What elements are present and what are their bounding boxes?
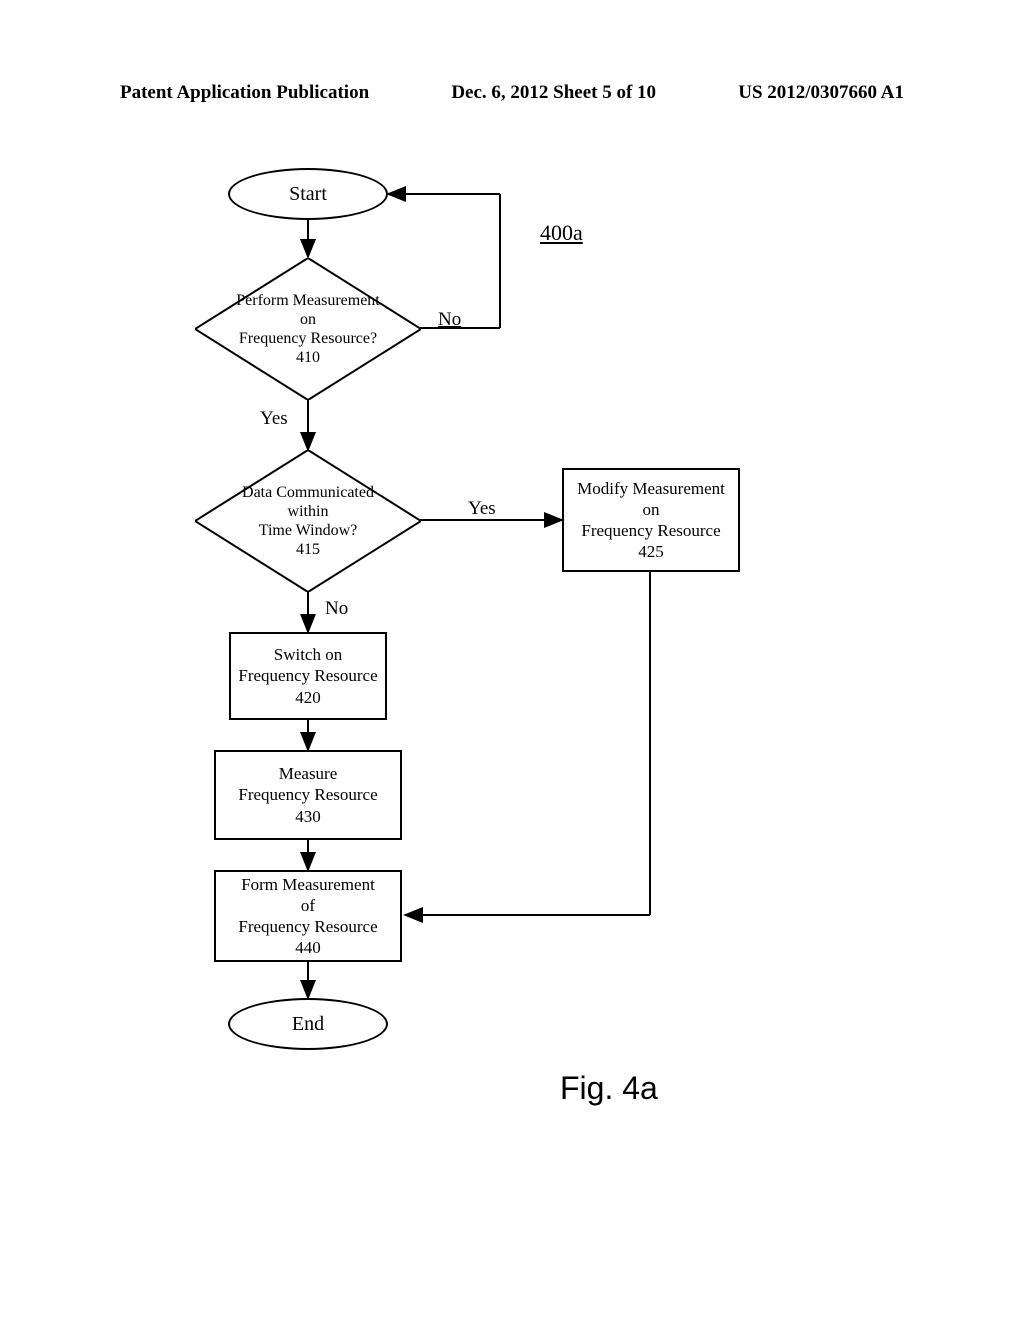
end-terminator: End — [228, 998, 388, 1050]
figure-caption: Fig. 4a — [560, 1070, 658, 1107]
process-modify-line1: Modify Measurement — [577, 478, 725, 499]
process-modify: Modify Measurement on Frequency Resource… — [562, 468, 740, 572]
decision-1: Perform Measurement on Frequency Resourc… — [195, 258, 421, 400]
decision-1-no-label: No — [438, 309, 461, 331]
process-form-line2: of — [301, 895, 315, 916]
process-form: Form Measurement of Frequency Resource 4… — [214, 870, 402, 962]
process-measure: Measure Frequency Resource 430 — [214, 750, 402, 840]
process-measure-ref: 430 — [295, 806, 321, 827]
process-modify-line2: on — [643, 499, 660, 520]
process-measure-line1: Measure — [279, 763, 338, 784]
page-header: Patent Application Publication Dec. 6, 2… — [0, 82, 1024, 104]
decision-1-yes-label: Yes — [260, 408, 288, 430]
flowchart-container: Start 400a Perform Measurement on Freque… — [0, 160, 1024, 1160]
process-measure-line2: Frequency Resource — [238, 784, 377, 805]
decision-2-line2: within — [288, 502, 329, 521]
process-form-line3: Frequency Resource — [238, 916, 377, 937]
process-switch-ref: 420 — [295, 687, 321, 708]
process-switch-line2: Frequency Resource — [238, 665, 377, 686]
decision-1-line2: on — [300, 310, 316, 329]
header-center: Dec. 6, 2012 Sheet 5 of 10 — [451, 82, 656, 104]
start-terminator: Start — [228, 168, 388, 220]
decision-2-yes-label: Yes — [468, 498, 496, 520]
start-label: Start — [289, 183, 327, 206]
process-form-line1: Form Measurement — [241, 874, 375, 895]
process-modify-ref: 425 — [638, 541, 664, 562]
decision-2-ref: 415 — [296, 540, 320, 559]
decision-2: Data Communicated within Time Window? 41… — [195, 450, 421, 592]
decision-1-ref: 410 — [296, 348, 320, 367]
process-form-ref: 440 — [295, 937, 321, 958]
decision-2-line1: Data Communicated — [242, 483, 374, 502]
decision-1-line3: Frequency Resource? — [239, 329, 377, 348]
decision-2-line3: Time Window? — [259, 521, 357, 540]
decision-1-line1: Perform Measurement — [236, 291, 380, 310]
decision-2-no-label: No — [325, 598, 348, 620]
process-modify-line3: Frequency Resource — [581, 520, 720, 541]
process-switch-line1: Switch on — [274, 644, 342, 665]
figure-id: 400a — [540, 220, 583, 246]
process-switch: Switch on Frequency Resource 420 — [229, 632, 387, 720]
header-left: Patent Application Publication — [120, 82, 369, 104]
header-right: US 2012/0307660 A1 — [738, 82, 904, 104]
end-label: End — [292, 1013, 324, 1036]
flowchart-connectors — [0, 160, 1024, 1320]
